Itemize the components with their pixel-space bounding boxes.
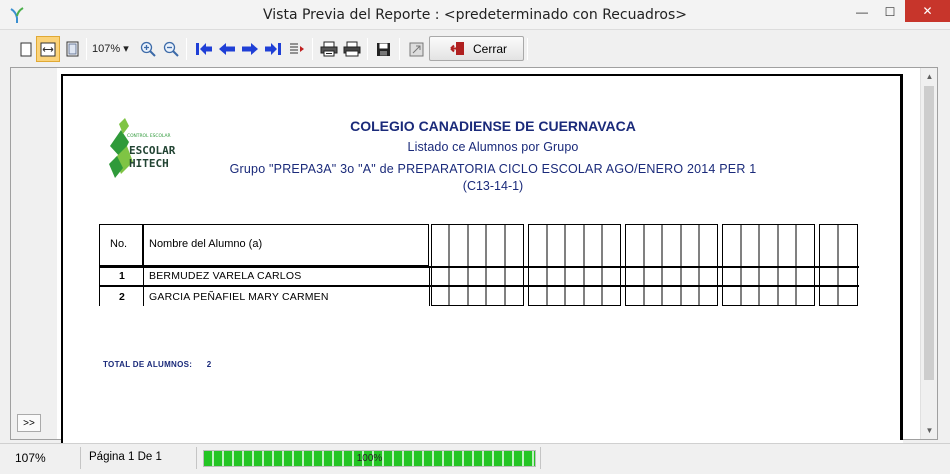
col-line [143,266,144,306]
last-page-button[interactable] [261,36,285,62]
full-page-icon [66,41,78,57]
zoom-in-icon [140,41,156,57]
last-page-icon [265,43,281,55]
next-page-button[interactable] [238,36,262,62]
cycle-code: (C13-14-1) [462,179,524,193]
row-no: 1 [119,270,126,282]
zoom-value: 107% [92,43,121,55]
previous-page-icon [219,43,235,55]
minimize-icon: — [856,5,868,19]
maximize-button[interactable]: ☐ [876,0,904,24]
print-setup-icon [320,41,338,57]
row-no: 2 [119,291,126,303]
next-page-icon [242,43,258,55]
scroll-up-arrow-icon[interactable]: ▲ [921,68,938,85]
title-bar: Vista Previa del Reporte : <predetermina… [0,0,950,30]
total-students: TOTAL DE ALUMNOS: 2 [103,360,212,369]
escolar-hitech-logo: CONTROL ESCOLAR ESCOLAR HITECH [109,118,176,178]
close-door-icon [450,42,464,55]
expand-panel-button[interactable]: >> [17,414,41,432]
left-gutter [11,68,57,439]
save-button[interactable] [371,36,395,62]
goto-page-icon [290,43,304,54]
first-page-button[interactable] [192,36,216,62]
vertical-scrollbar[interactable]: ▲ ▼ [920,68,937,439]
header-name: Nombre del Alumno (a) [149,238,263,250]
save-icon [376,42,390,56]
status-zoom: 107% [15,451,46,465]
attendance-grid [431,224,858,306]
page-edge [900,74,903,440]
cerrar-button[interactable]: Cerrar [429,36,524,61]
scrollbar-thumb[interactable] [924,86,934,380]
single-page-icon [20,42,32,56]
goto-page-button[interactable] [285,36,309,62]
scroll-down-arrow-icon[interactable]: ▼ [921,422,938,439]
full-page-button[interactable] [60,36,84,62]
fit-width-icon [40,42,56,56]
col-line [99,266,100,306]
school-name: COLEGIO CANADIENSE DE CUERNAVACA [350,118,636,134]
header-name-cell: Nombre del Alumno (a) [143,224,429,266]
logo-top-text: CONTROL ESCOLAR [127,133,171,139]
minimize-button[interactable]: — [848,0,876,24]
status-bar: 107% Página 1 De 1 100% [0,443,950,474]
row-separator [99,266,859,268]
previous-page-button[interactable] [215,36,239,62]
zoom-out-icon [163,41,179,57]
report-page: CONTROL ESCOLAR ESCOLAR HITECH COLEGIO C… [61,74,903,454]
chevron-down-icon: ▾ [123,43,129,55]
export-button[interactable] [404,36,428,62]
export-icon [409,42,423,56]
print-setup-button[interactable] [317,36,341,62]
preview-area: CONTROL ESCOLAR ESCOLAR HITECH COLEGIO C… [10,67,938,454]
zoom-dropdown[interactable]: 107% ▾ [92,42,129,55]
first-page-icon [196,43,212,55]
total-value: 2 [206,360,212,369]
toolbar: 107% ▾ Cerrar [0,31,950,67]
fit-width-button[interactable] [36,36,60,62]
window-title: Vista Previa del Reporte : <predetermina… [263,7,687,23]
zoom-out-button[interactable] [159,36,183,62]
status-page: Página 1 De 1 [89,451,162,463]
report-subtitle: Listado ce Alumnos por Grupo [407,140,579,154]
maximize-icon: ☐ [884,5,896,19]
progress-bar: 100% [203,450,536,467]
logo-word-escolar: ESCOLAR [129,144,176,157]
total-label: TOTAL DE ALUMNOS: [103,360,193,369]
expand-label: >> [23,417,35,429]
print-icon [343,41,361,57]
single-page-button[interactable] [14,36,38,62]
cerrar-label: Cerrar [473,41,508,56]
col-line [429,266,430,306]
logo-word-hitech: HITECH [129,157,169,170]
print-button[interactable] [340,36,364,62]
progress-label: 100% [356,453,383,464]
header-no: No. [110,238,128,250]
row-name: BERMUDEZ VARELA CARLOS [149,270,302,282]
row-separator [99,285,859,287]
close-icon: ✕ [922,4,933,18]
close-window-button[interactable]: ✕ [905,0,950,22]
row-name: GARCIA PEÑAFIEL MARY CARMEN [149,291,329,303]
header-no-cell: No. [99,224,143,266]
zoom-in-button[interactable] [136,36,160,62]
group-line: Grupo "PREPA3A" 3o "A" de PREPARATORIA C… [229,162,757,176]
